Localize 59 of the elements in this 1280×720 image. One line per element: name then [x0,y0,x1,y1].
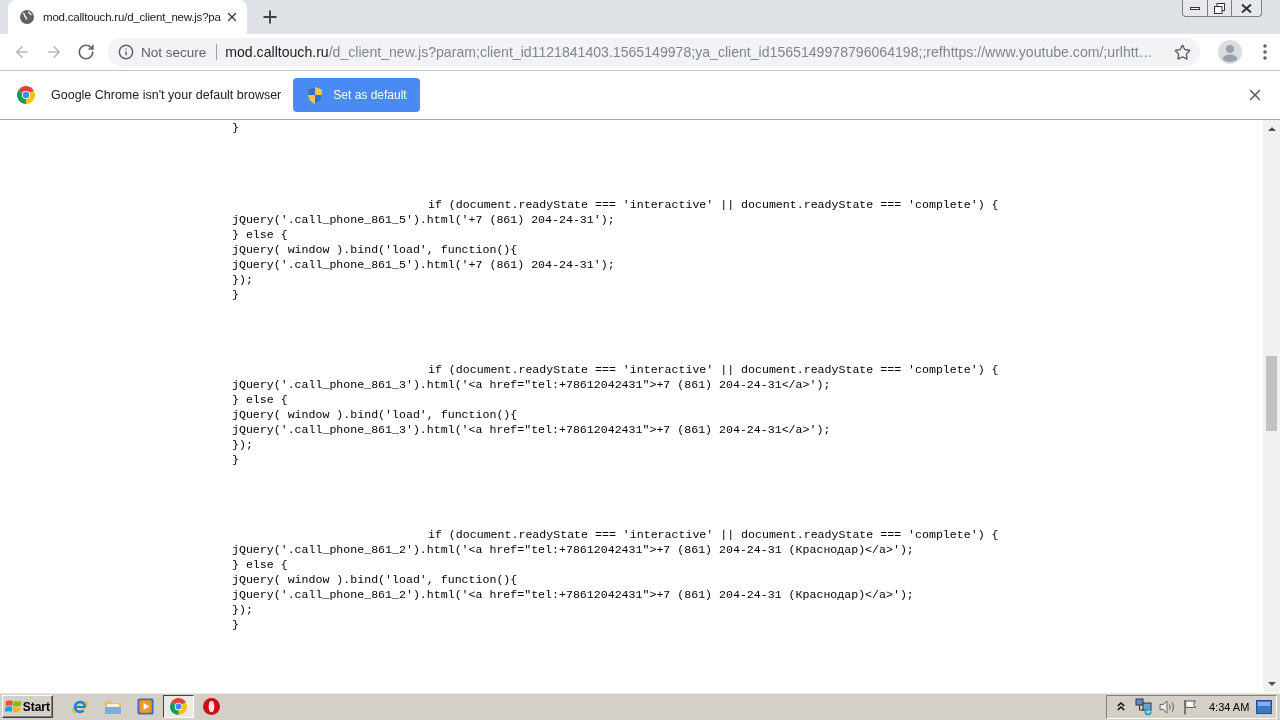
code-line: } [232,120,239,135]
clock-time: 4:34 AM [1209,700,1250,713]
o-logo-icon [203,698,220,715]
network-icon [1135,697,1153,716]
code-line: if (document.readyState === 'interactive' || document.readyState === 'complete') { [428,362,999,377]
code-line: } else { [232,557,288,572]
url-field[interactable]: mod.calltouch.ru/d_client_new.js?param;client_id1121841403.1565149978;ya_client_id1565149978796064198;;refhttps://www.youtube.com/;urlhtt… [225,44,1153,60]
minimize-icon [1190,6,1200,10]
code-line: }); [232,272,253,287]
folder-icon [103,698,122,715]
globe-icon [20,10,34,24]
taskbar-button[interactable] [163,695,194,718]
code-line: jQuery( window ).bind('load', function(){ [232,572,518,587]
code-line: } [232,617,239,632]
double-chevron-up-icon [1117,702,1125,711]
triangle-up-icon [1267,126,1276,131]
star-icon [1173,43,1191,61]
flag-icon [1183,698,1197,715]
windows-flag-icon [5,699,22,714]
media-player-icon [137,698,154,715]
code-line: }); [232,437,253,452]
browser-logo-icon [17,86,35,104]
code-line: jQuery('.call_phone_861_3').html('<a href="tel:+78612042431">+7 (861) 204-24-31</a>'); [232,422,831,437]
triangle-down-icon [1267,681,1276,686]
reload-icon [77,43,95,61]
shield-icon [308,86,323,104]
code-line: if (document.readyState === 'interactive' || document.readyState === 'complete') { [428,197,999,212]
code-line: jQuery('.call_phone_861_2').html('<a href="tel:+78612042431">+7 (861) 204-24-31 (Краснодар)</a>'); [232,542,914,557]
browser-tab[interactable]: mod.calltouch.ru/d_client_new.js?pa [8,0,247,34]
code-line: jQuery('.call_phone_861_3').html('<a href="tel:+78612042431">+7 (861) 204-24-31</a>'); [232,377,831,392]
network-button[interactable] [1135,697,1153,716]
code-line: jQuery('.call_phone_861_5').html('+7 (861) 204-24-31'); [232,257,615,272]
browser-logo-icon [170,698,187,715]
close-icon [1241,3,1252,13]
menu-icon [1263,44,1267,60]
desktop-icon [1256,699,1272,714]
code-line: jQuery( window ).bind('load', function(){ [232,407,518,422]
code-line: jQuery('.call_phone_861_2').html('<a href="tel:+78612042431">+7 (861) 204-24-31 (Краснодар)</a>'); [232,587,914,602]
code-line: if (document.readyState === 'interactive' || document.readyState === 'complete') { [428,527,999,542]
security-chip[interactable]: Not secure [116,40,209,64]
volume-button[interactable] [1158,697,1176,716]
code-line: }); [232,602,253,617]
arrow-right-icon [45,43,63,61]
code-line: } else { [232,392,288,407]
scrollbar-thumb[interactable] [1266,356,1277,431]
info-icon [118,44,134,60]
speaker-icon [1158,699,1176,714]
code-line: } else { [232,227,288,242]
show-desktop-button[interactable] [1256,698,1272,715]
start-button[interactable]: Start [2,695,53,718]
action-center-button[interactable] [1181,697,1199,716]
restore-icon [1214,2,1225,14]
code-line: jQuery( window ).bind('load', function(){ [232,242,518,257]
profile-button[interactable] [1216,38,1244,66]
code-line: } [232,287,239,302]
avatar-icon [1218,40,1242,64]
code-line: jQuery('.call_phone_861_5').html('+7 (861) 204-24-31'); [232,212,615,227]
code-line: } [232,452,239,467]
infobar-message: Google Chrome isn't your default browser [51,88,282,102]
